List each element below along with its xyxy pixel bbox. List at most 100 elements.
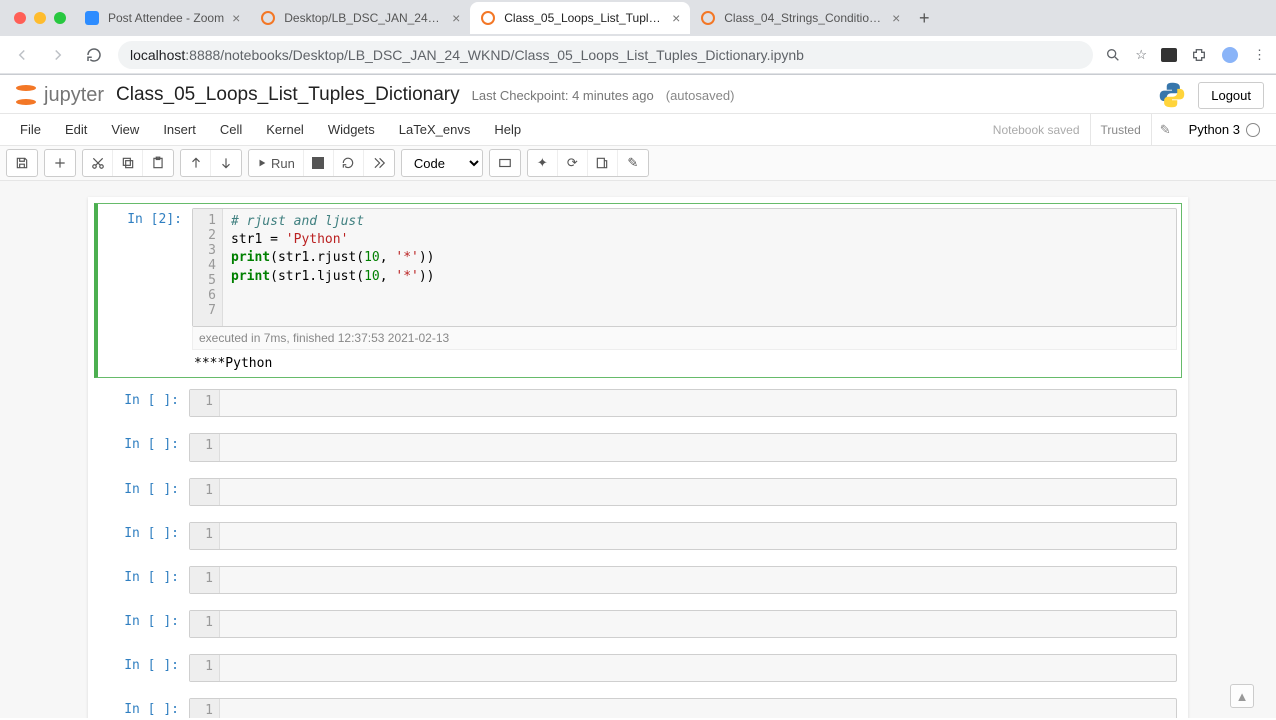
line-gutter: 1 <box>190 655 220 681</box>
menu-help[interactable]: Help <box>482 116 533 143</box>
add-cell-button[interactable] <box>45 150 75 176</box>
kernel-indicator[interactable]: Python 3 <box>1179 122 1268 137</box>
forward-button[interactable] <box>46 43 70 67</box>
menubar: File Edit View Insert Cell Kernel Widget… <box>0 114 1276 146</box>
jupyter-favicon-icon <box>260 10 276 26</box>
tab-bar: Post Attendee - Zoom × Desktop/LB_DSC_JA… <box>0 0 1276 36</box>
code-cell-empty[interactable]: In [ ]: 1 <box>94 428 1182 466</box>
browser-tab-class05[interactable]: Class_05_Loops_List_Tuples_D × <box>470 2 690 34</box>
notebook-title[interactable]: Class_05_Loops_List_Tuples_Dictionary <box>116 84 460 106</box>
nbext-button-1[interactable]: ✦ <box>528 150 558 176</box>
reload-button[interactable] <box>82 43 106 67</box>
new-tab-button[interactable]: + <box>910 4 938 32</box>
code-cell-empty[interactable]: In [ ]: 1 <box>94 473 1182 511</box>
menu-edit[interactable]: Edit <box>53 116 99 143</box>
close-tab-icon[interactable]: × <box>672 10 680 26</box>
browser-chrome: Post Attendee - Zoom × Desktop/LB_DSC_JA… <box>0 0 1276 75</box>
code-text[interactable]: # rjust and ljust str1 = 'Python' print(… <box>223 209 1176 326</box>
checkpoint-text: Last Checkpoint: 4 minutes ago <box>472 88 654 103</box>
code-text[interactable] <box>220 390 1176 416</box>
browser-tab-desktop[interactable]: Desktop/LB_DSC_JAN_24_Wk × <box>250 2 470 34</box>
code-cell-empty[interactable]: In [ ]: 1 <box>94 561 1182 599</box>
scroll-to-top-button[interactable]: ▲ <box>1230 684 1254 708</box>
back-button[interactable] <box>10 43 34 67</box>
code-text[interactable] <box>220 655 1176 681</box>
notebook: In [2]: 1234567 # rjust and ljust str1 =… <box>88 197 1188 718</box>
code-input[interactable]: 1 <box>189 610 1177 638</box>
save-button[interactable] <box>7 150 37 176</box>
browser-tab-class04[interactable]: Class_04_Strings_Conditional × <box>690 2 910 34</box>
code-cell-empty[interactable]: In [ ]: 1 <box>94 517 1182 555</box>
menu-widgets[interactable]: Widgets <box>316 116 387 143</box>
code-cell-2[interactable]: In [2]: 1234567 # rjust and ljust str1 =… <box>94 203 1182 378</box>
code-input[interactable]: 1234567 # rjust and ljust str1 = 'Python… <box>192 208 1177 327</box>
move-up-button[interactable] <box>181 150 211 176</box>
minimize-window-icon[interactable] <box>34 12 46 24</box>
edit-icon[interactable]: ✎ <box>1152 122 1179 138</box>
nbext-button-4[interactable]: ✎ <box>618 150 648 176</box>
kernel-status-icon <box>1246 123 1260 137</box>
zoom-icon[interactable] <box>1105 47 1121 63</box>
python-logo-icon <box>1158 81 1186 109</box>
pocket-icon[interactable] <box>1161 48 1177 62</box>
code-input[interactable]: 1 <box>189 478 1177 506</box>
menu-cell[interactable]: Cell <box>208 116 254 143</box>
jupyter-logo-text: jupyter <box>44 84 104 107</box>
close-tab-icon[interactable]: × <box>892 10 900 26</box>
run-button[interactable]: Run <box>249 150 304 176</box>
run-label: Run <box>271 156 295 171</box>
maximize-window-icon[interactable] <box>54 12 66 24</box>
menu-insert[interactable]: Insert <box>151 116 208 143</box>
menu-file[interactable]: File <box>8 116 53 143</box>
browser-tab-zoom[interactable]: Post Attendee - Zoom × <box>74 2 250 34</box>
url-input[interactable]: localhost:8888/notebooks/Desktop/LB_DSC_… <box>118 41 1093 69</box>
code-input[interactable]: 1 <box>189 389 1177 417</box>
code-cell-empty[interactable]: In [ ]: 1 <box>94 605 1182 643</box>
cut-button[interactable] <box>83 150 113 176</box>
code-cell-empty[interactable]: In [ ]: 1 <box>94 649 1182 687</box>
extensions-icon[interactable] <box>1191 47 1207 63</box>
code-text[interactable] <box>220 523 1176 549</box>
code-input[interactable]: 1 <box>189 698 1177 718</box>
notebook-scroll-area[interactable]: In [2]: 1234567 # rjust and ljust str1 =… <box>0 181 1276 718</box>
close-window-icon[interactable] <box>14 12 26 24</box>
move-down-button[interactable] <box>211 150 241 176</box>
jupyter-logo[interactable]: jupyter <box>12 81 104 109</box>
input-prompt: In [ ]: <box>99 610 189 638</box>
menu-latex[interactable]: LaTeX_envs <box>387 116 483 143</box>
close-tab-icon[interactable]: × <box>232 10 240 26</box>
cell-output: ****Python <box>192 350 1177 373</box>
bookmark-icon[interactable]: ☆ <box>1135 47 1147 63</box>
paste-button[interactable] <box>143 150 173 176</box>
code-cell-empty[interactable]: In [ ]: 1 <box>94 693 1182 718</box>
logout-button[interactable]: Logout <box>1198 82 1264 109</box>
trusted-label[interactable]: Trusted <box>1091 114 1152 145</box>
code-text[interactable] <box>220 479 1176 505</box>
line-gutter: 1 <box>190 523 220 549</box>
code-input[interactable]: 1 <box>189 566 1177 594</box>
code-input[interactable]: 1 <box>189 433 1177 461</box>
tab-title: Class_05_Loops_List_Tuples_D <box>504 11 664 25</box>
code-input[interactable]: 1 <box>189 522 1177 550</box>
profile-icon[interactable] <box>1221 46 1239 64</box>
zoom-favicon-icon <box>84 10 100 26</box>
code-cell-empty[interactable]: In [ ]: 1 <box>94 384 1182 422</box>
celltype-select[interactable]: Code <box>401 149 483 177</box>
interrupt-button[interactable] <box>304 150 334 176</box>
command-palette-button[interactable] <box>490 150 520 176</box>
code-input[interactable]: 1 <box>189 654 1177 682</box>
code-text[interactable] <box>220 567 1176 593</box>
autosaved-text: (autosaved) <box>666 88 735 103</box>
restart-button[interactable] <box>334 150 364 176</box>
code-text[interactable] <box>220 611 1176 637</box>
code-text[interactable] <box>220 699 1176 718</box>
nbext-button-2[interactable]: ⟳ <box>558 150 588 176</box>
restart-run-all-button[interactable] <box>364 150 394 176</box>
menu-icon[interactable]: ⋮ <box>1253 47 1266 63</box>
copy-button[interactable] <box>113 150 143 176</box>
menu-kernel[interactable]: Kernel <box>254 116 316 143</box>
menu-view[interactable]: View <box>99 116 151 143</box>
code-text[interactable] <box>220 434 1176 460</box>
nbext-button-3[interactable] <box>588 150 618 176</box>
close-tab-icon[interactable]: × <box>452 10 460 26</box>
